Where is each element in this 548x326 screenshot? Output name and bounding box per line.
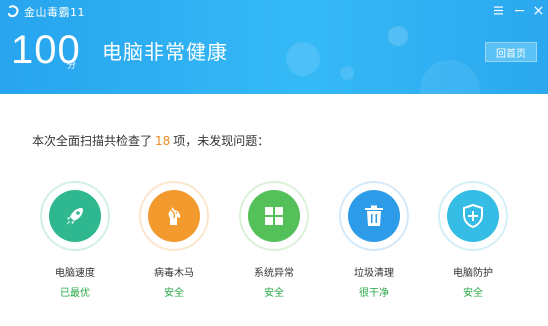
scan-item-result: 安全 [164, 288, 184, 299]
scan-item-result: 很干净 [359, 288, 389, 299]
scan-items: 电脑速度 已最优 病毒木马 安全 系统异常 安全 垃圾清理 很干净 电脑防护 安… [0, 182, 548, 302]
scan-item-speed[interactable]: 电脑速度 已最优 [35, 182, 115, 299]
icon-circle [248, 190, 300, 242]
minimize-button[interactable] [510, 2, 528, 18]
scan-item-label: 电脑速度 [55, 268, 95, 279]
scan-item-junk[interactable]: 垃圾清理 很干净 [334, 182, 414, 299]
summary-suffix: 项，未发现问题： [173, 134, 270, 148]
app-logo-text: 金山毒霸11 [24, 6, 85, 19]
scan-item-result: 已最优 [60, 288, 90, 299]
icon-circle [49, 190, 101, 242]
scan-item-label: 垃圾清理 [354, 268, 394, 279]
icon-ring [41, 182, 109, 250]
header-banner: 金山毒霸11 100 分 电脑非常健康 回首页 [0, 0, 548, 94]
rocket-icon [66, 208, 83, 225]
scan-item-result: 安全 [264, 288, 284, 299]
horse-icon [168, 207, 181, 225]
app-logo: 金山毒霸11 [8, 3, 85, 21]
icon-circle [348, 190, 400, 242]
minimize-icon [514, 9, 524, 11]
decorative-bubble [340, 66, 354, 80]
shield-plus-icon [463, 204, 483, 228]
icon-ring [140, 182, 208, 250]
trash-icon [365, 205, 383, 226]
decorative-bubble [388, 26, 408, 46]
icon-circle [148, 190, 200, 242]
scan-item-label: 电脑防护 [453, 268, 493, 279]
close-button[interactable] [529, 2, 547, 18]
scan-item-virus[interactable]: 病毒木马 安全 [134, 182, 214, 299]
close-icon [533, 5, 543, 15]
return-home-button[interactable]: 回首页 [485, 42, 537, 62]
scan-item-protection[interactable]: 电脑防护 安全 [433, 182, 513, 299]
health-status-title: 电脑非常健康 [102, 40, 228, 64]
checked-count: 18 [155, 134, 171, 148]
scan-item-label: 病毒木马 [154, 268, 194, 279]
score-unit: 分 [67, 61, 77, 71]
decorative-bubble [286, 42, 320, 76]
scan-item-system[interactable]: 系统异常 安全 [234, 182, 314, 299]
scan-item-label: 系统异常 [254, 268, 294, 279]
icon-ring [439, 182, 507, 250]
icon-ring [340, 182, 408, 250]
decorative-bubble [420, 60, 480, 94]
menu-button[interactable] [489, 2, 507, 18]
icon-circle [447, 190, 499, 242]
icon-ring [240, 182, 308, 250]
scan-summary: 本次全面扫描共检查了 18 项，未发现问题： [32, 132, 269, 149]
hamburger-icon [493, 6, 503, 14]
scan-item-result: 安全 [463, 288, 483, 299]
windows-icon [265, 207, 283, 225]
summary-prefix: 本次全面扫描共检查了 [32, 134, 153, 148]
logo-icon [8, 5, 19, 18]
